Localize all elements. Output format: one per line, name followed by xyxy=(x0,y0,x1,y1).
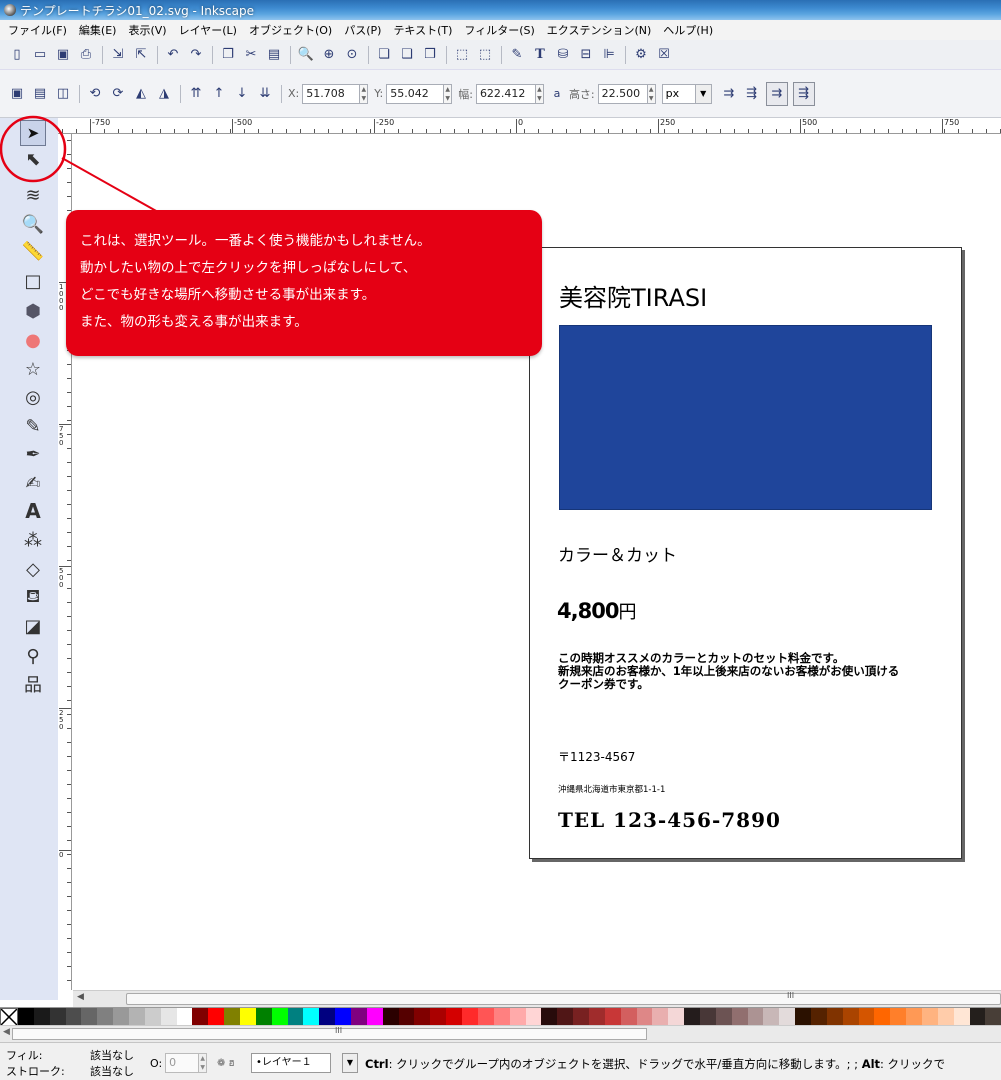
color-swatch[interactable] xyxy=(525,1008,542,1026)
color-swatch[interactable] xyxy=(636,1008,653,1026)
color-swatch[interactable] xyxy=(414,1008,431,1026)
color-swatch[interactable] xyxy=(382,1008,399,1026)
color-swatch[interactable] xyxy=(588,1008,605,1026)
color-swatch[interactable] xyxy=(33,1008,50,1026)
color-swatch[interactable] xyxy=(462,1008,478,1026)
layer-visibility-lock-icon[interactable]: ❁ ฮ xyxy=(217,1056,235,1071)
callout-line: これは、選択ツール。一番よく使う機能かもしれません。 xyxy=(80,233,431,249)
color-swatch[interactable] xyxy=(826,1008,843,1026)
color-swatch[interactable] xyxy=(493,1008,510,1026)
color-swatch[interactable] xyxy=(81,1008,98,1026)
color-swatch[interactable] xyxy=(604,1008,621,1026)
stroke-label: ストローク: xyxy=(6,1065,65,1078)
color-swatch[interactable] xyxy=(541,1008,558,1026)
callout-pointer xyxy=(0,115,159,213)
color-swatch[interactable] xyxy=(684,1008,700,1026)
color-swatch[interactable] xyxy=(477,1008,494,1026)
color-swatch[interactable] xyxy=(18,1008,34,1026)
color-swatch[interactable] xyxy=(858,1008,875,1026)
color-swatch[interactable] xyxy=(113,1008,130,1026)
highlight-circle xyxy=(0,115,67,183)
color-swatch[interactable] xyxy=(699,1008,716,1026)
color-swatch[interactable] xyxy=(573,1008,589,1026)
alt-hint: : クリックで xyxy=(880,1057,946,1071)
color-swatch[interactable] xyxy=(303,1008,320,1026)
color-swatch[interactable] xyxy=(271,1008,288,1026)
color-swatch[interactable] xyxy=(160,1008,177,1026)
color-swatch[interactable] xyxy=(176,1008,193,1026)
selector-tool-callout: これは、選択ツール。一番よく使う機能かもしれません。 動かしたい物の上で左クリッ… xyxy=(66,210,542,356)
color-swatch[interactable] xyxy=(668,1008,685,1026)
color-swatch[interactable] xyxy=(715,1008,732,1026)
callout-line: 動かしたい物の上で左クリックを押しっぱなしにして、 xyxy=(80,260,417,276)
color-swatch[interactable] xyxy=(921,1008,938,1026)
color-swatch[interactable] xyxy=(731,1008,748,1026)
scrollbar-thumb[interactable] xyxy=(12,1028,647,1040)
status-message: Ctrl: クリックでグループ内のオブジェクトを選択、ドラッグで水平/垂直方向に… xyxy=(365,1056,945,1072)
color-swatch[interactable] xyxy=(620,1008,637,1026)
color-swatch[interactable] xyxy=(795,1008,811,1026)
no-paint-swatch[interactable] xyxy=(0,1008,18,1026)
callout-line: また、物の形も変える事が出来ます。 xyxy=(80,314,308,330)
color-swatch[interactable] xyxy=(335,1008,352,1026)
color-swatch[interactable] xyxy=(985,1008,1001,1026)
color-swatch[interactable] xyxy=(351,1008,367,1026)
color-swatch[interactable] xyxy=(398,1008,415,1026)
color-swatch[interactable] xyxy=(224,1008,241,1026)
color-swatch[interactable] xyxy=(763,1008,780,1026)
callout-line: どこでも好きな場所へ移動させる事が出来ます。 xyxy=(80,287,376,303)
ctrl-hint: : クリックでグループ内のオブジェクトを選択、ドラッグで水平/垂直方向に移動しま… xyxy=(388,1057,859,1071)
alt-key: Alt xyxy=(861,1057,881,1071)
color-swatch[interactable] xyxy=(65,1008,82,1026)
opacity-label: O: xyxy=(150,1056,163,1070)
status-bar: フィル: 該当なし ストローク: 該当なし O: 0 ▲ ▼ ❁ ฮ •レイヤー１… xyxy=(0,1042,1001,1080)
no-paint-icon xyxy=(0,1008,18,1026)
fill-label: フィル: xyxy=(6,1049,43,1062)
color-swatch[interactable] xyxy=(144,1008,161,1026)
scroll-left-icon[interactable]: ◀ xyxy=(3,1027,10,1037)
color-swatch[interactable] xyxy=(97,1008,114,1026)
color-palette xyxy=(0,1007,1001,1026)
color-swatch[interactable] xyxy=(366,1008,383,1026)
opacity-control: O: 0 ▲ ▼ xyxy=(150,1053,208,1073)
color-swatch[interactable] xyxy=(810,1008,827,1026)
color-swatch[interactable] xyxy=(129,1008,145,1026)
color-swatch[interactable] xyxy=(319,1008,336,1026)
color-swatch[interactable] xyxy=(842,1008,859,1026)
pointer-line xyxy=(61,157,159,213)
layer-select[interactable]: •レイヤー１ xyxy=(251,1053,331,1073)
color-swatch[interactable] xyxy=(557,1008,574,1026)
color-swatch[interactable] xyxy=(430,1008,447,1026)
color-swatch[interactable] xyxy=(747,1008,764,1026)
color-swatch[interactable] xyxy=(446,1008,463,1026)
opacity-input[interactable]: 0 xyxy=(165,1053,200,1073)
color-swatch[interactable] xyxy=(890,1008,907,1026)
scroll-left-icon[interactable]: ◀ xyxy=(77,992,84,1002)
color-swatch[interactable] xyxy=(255,1008,272,1026)
scrollbar-thumb[interactable] xyxy=(126,993,1001,1005)
chevron-down-icon[interactable]: ▼ xyxy=(342,1053,358,1073)
color-swatch[interactable] xyxy=(49,1008,66,1026)
canvas-horizontal-scrollbar[interactable]: ◀ III xyxy=(73,990,1001,1007)
palette-scrollbar[interactable]: ◀ III xyxy=(0,1025,1001,1042)
color-swatch[interactable] xyxy=(906,1008,922,1026)
ctrl-key: Ctrl xyxy=(365,1057,389,1071)
color-swatch[interactable] xyxy=(969,1008,986,1026)
opacity-spinner[interactable]: ▲ ▼ xyxy=(199,1053,208,1073)
color-swatch[interactable] xyxy=(779,1008,796,1026)
color-swatch[interactable] xyxy=(937,1008,954,1026)
fill-value[interactable]: 該当なし xyxy=(90,1047,134,1063)
stroke-value[interactable]: 該当なし xyxy=(90,1063,134,1079)
color-swatch[interactable] xyxy=(208,1008,225,1026)
scrollbar-grip-icon: III xyxy=(335,1026,343,1035)
color-swatch[interactable] xyxy=(192,1008,209,1026)
color-swatch[interactable] xyxy=(509,1008,526,1026)
color-swatch[interactable] xyxy=(953,1008,970,1026)
color-swatch[interactable] xyxy=(874,1008,891,1026)
scrollbar-grip-icon: III xyxy=(787,991,795,1000)
color-swatch[interactable] xyxy=(287,1008,304,1026)
color-swatch[interactable] xyxy=(240,1008,256,1026)
color-swatch[interactable] xyxy=(652,1008,669,1026)
